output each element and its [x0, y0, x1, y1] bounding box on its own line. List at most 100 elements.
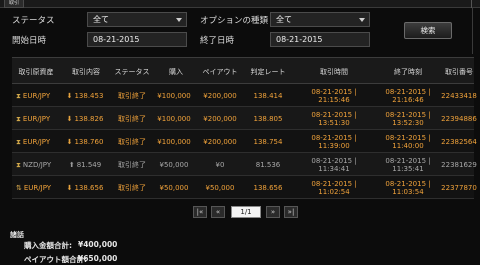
asset-cell: ⧗ EUR/JPY — [16, 107, 64, 130]
id-cell: 22394886 — [441, 114, 477, 123]
table-row[interactable]: ⧗ EUR/JPY ⬇ 138.453 取引終了 ¥100,000 ¥200,000 138.… — [12, 84, 477, 107]
hourglass-icon: ⧗ — [16, 91, 21, 100]
end-date-label: 終了日時 — [200, 36, 235, 46]
arrow-down-icon: ⬇ — [66, 183, 73, 192]
date-line: 08-21-2015 | — [385, 179, 431, 188]
col-payout: ペイアウト — [202, 67, 238, 76]
asset-cell: ⧗ EUR/JPY — [16, 130, 64, 153]
purchase-cell: ¥100,000 — [157, 137, 191, 146]
purchase-cell: ¥50,000 — [159, 183, 189, 192]
hourglass-icon: ⧗ — [16, 114, 21, 123]
end-time-cell: 08-21-2015 | 13:52:30 — [370, 107, 446, 130]
payout-cell: ¥0 — [215, 160, 225, 169]
arrow-up-icon: ⬆ — [68, 160, 75, 169]
arrow-down-icon: ⬇ — [66, 137, 73, 146]
arrow-down-icon: ⬇ — [66, 114, 73, 123]
date-line: 08-21-2015 | — [385, 133, 431, 142]
entry-rate: 138.760 — [74, 137, 104, 146]
divider — [472, 8, 473, 54]
asset-cell: ⧗ NZD/JPY — [16, 153, 64, 176]
tab-strip-edge — [471, 0, 472, 8]
asset-name: EUR/JPY — [22, 91, 51, 100]
col-asset: 取引原資産 — [18, 67, 54, 76]
judge-cell: 81.536 — [255, 160, 281, 169]
last-page-button[interactable]: »| — [284, 206, 298, 218]
trade-content-cell: ⬇ 138.453 — [62, 84, 108, 107]
table-header: 取引原資産 取引内容 ステータス 購入 ペイアウト 判定レート 取引時間 終了時… — [12, 57, 474, 84]
trade-time-cell: 08-21-2015 | 11:39:00 — [296, 130, 372, 153]
payout-cell: ¥200,000 — [203, 137, 237, 146]
trade-content-cell: ⬇ 138.826 — [62, 107, 108, 130]
col-status: ステータス — [114, 67, 150, 76]
table-row[interactable]: ⇅ EUR/JPY ⬇ 138.656 取引終了 ¥50,000 ¥50,000 138.65… — [12, 176, 477, 199]
hourglass-icon: ⧗ — [16, 160, 21, 169]
entry-rate: 138.826 — [74, 114, 104, 123]
next-page-button[interactable]: » — [266, 206, 280, 218]
clock-line: 11:39:00 — [318, 141, 350, 150]
entry-rate: 138.656 — [74, 183, 104, 192]
col-content: 取引内容 — [72, 67, 100, 76]
asset-name: EUR/JPY — [23, 183, 52, 192]
summary-title: 諸話 — [10, 231, 24, 239]
option-type-select[interactable]: 全て — [270, 12, 370, 27]
id-cell: 22381629 — [441, 160, 477, 169]
purchase-cell: ¥50,000 — [159, 160, 189, 169]
trade-time-cell: 08-21-2015 | 11:34:41 — [296, 153, 372, 176]
col-judge-rate: 判定レート — [250, 67, 286, 76]
asset-cell: ⧗ EUR/JPY — [16, 84, 64, 107]
status-cell: 取引終了 — [118, 183, 146, 192]
clock-line: 11:02:54 — [318, 187, 350, 196]
id-cell: 22433418 — [441, 91, 477, 100]
status-label: ステータス — [12, 16, 55, 26]
date-line: 08-21-2015 | — [385, 87, 431, 96]
clock-line: 11:03:54 — [392, 187, 424, 196]
first-page-button[interactable]: |« — [193, 206, 207, 218]
purchase-cell: ¥100,000 — [157, 114, 191, 123]
trade-content-cell: ⬆ 81.549 — [62, 153, 108, 176]
id-cell: 22382564 — [441, 137, 477, 146]
status-cell: 取引終了 — [118, 91, 146, 100]
entry-rate: 81.549 — [76, 160, 102, 169]
table-row[interactable]: ⧗ NZD/JPY ⬆ 81.549 取引終了 ¥50,000 ¥0 81.536 08-21-… — [12, 153, 477, 176]
asset-name: NZD/JPY — [22, 160, 52, 169]
trade-time-cell: 08-21-2015 | 13:51:30 — [296, 107, 372, 130]
asset-cell: ⇅ EUR/JPY — [16, 176, 64, 199]
prev-page-button[interactable]: « — [211, 206, 225, 218]
date-line: 08-21-2015 | — [385, 110, 431, 119]
payout-cell: ¥50,000 — [205, 183, 235, 192]
status-cell: 取引終了 — [118, 114, 146, 123]
hourglass-icon: ⧗ — [16, 137, 21, 146]
col-purchase: 購入 — [169, 67, 183, 76]
search-button[interactable]: 検索 — [404, 22, 452, 39]
trade-history-table: 取引原資産 取引内容 ステータス 購入 ペイアウト 判定レート 取引時間 終了時… — [12, 57, 477, 199]
end-date-input[interactable]: 08-21-2015 — [270, 32, 370, 47]
date-line: 08-21-2015 | — [385, 156, 431, 165]
start-date-input[interactable]: 08-21-2015 — [87, 32, 187, 47]
clock-line: 13:52:30 — [392, 118, 424, 127]
table-row[interactable]: ⧗ EUR/JPY ⬇ 138.826 取引終了 ¥100,000 ¥200,000 138.… — [12, 107, 477, 130]
payout-cell: ¥200,000 — [203, 114, 237, 123]
tab-trades[interactable]: 取引 — [4, 0, 24, 8]
arrow-down-icon: ⬇ — [66, 91, 73, 100]
col-trade-time: 取引時間 — [320, 67, 348, 76]
id-cell: 22377870 — [441, 183, 477, 192]
trade-time-cell: 08-21-2015 | 11:02:54 — [296, 176, 372, 199]
date-line: 08-21-2015 | — [311, 133, 357, 142]
table-body: ⧗ EUR/JPY ⬇ 138.453 取引終了 ¥100,000 ¥200,000 138.… — [12, 84, 477, 199]
judge-cell: 138.754 — [253, 137, 283, 146]
trade-time-cell: 08-21-2015 | 21:15:46 — [296, 84, 372, 107]
page-indicator[interactable]: 1/1 — [231, 206, 261, 218]
clock-line: 11:35:41 — [392, 164, 424, 173]
status-select[interactable]: 全て — [87, 12, 187, 27]
clock-line: 11:34:41 — [318, 164, 350, 173]
payout-cell: ¥200,000 — [203, 91, 237, 100]
table-row[interactable]: ⧗ EUR/JPY ⬇ 138.760 取引終了 ¥100,000 ¥200,000 138.… — [12, 130, 477, 153]
clock-line: 13:51:30 — [318, 118, 350, 127]
status-cell: 取引終了 — [118, 137, 146, 146]
clock-line: 21:15:46 — [318, 95, 350, 104]
col-trade-id: 取引番号 — [445, 67, 473, 76]
end-time-cell: 08-21-2015 | 11:03:54 — [370, 176, 446, 199]
entry-rate: 138.453 — [74, 91, 104, 100]
trade-content-cell: ⬇ 138.656 — [62, 176, 108, 199]
clock-line: 11:40:00 — [392, 141, 424, 150]
